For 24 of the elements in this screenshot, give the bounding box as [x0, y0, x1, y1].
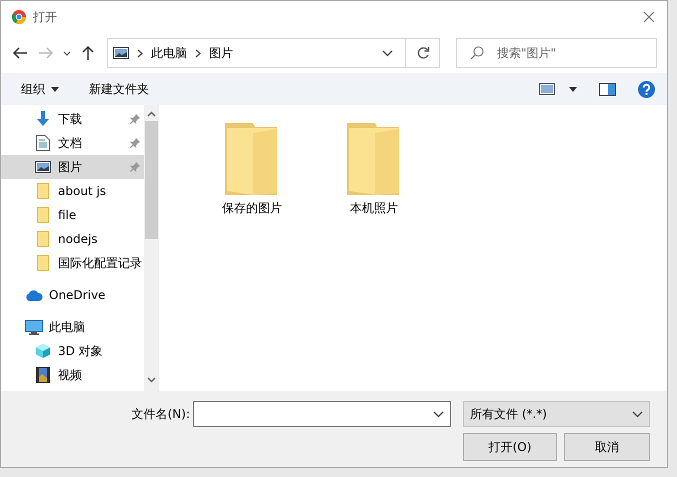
nav-item[interactable]: 视频	[1, 363, 144, 387]
nav-item[interactable]: OneDrive	[1, 283, 144, 307]
address-bar[interactable]: 此电脑 图片	[107, 38, 440, 68]
folder-item[interactable]: 本机照片	[319, 123, 429, 217]
breadcrumb[interactable]: 此电脑	[151, 44, 187, 62]
nav-item[interactable]: 国际化配置记录	[1, 251, 144, 275]
nav-item[interactable]: 此电脑	[1, 315, 144, 339]
breadcrumb[interactable]: 图片	[209, 44, 233, 62]
nav-item[interactable]: 文档	[1, 131, 144, 155]
field-label: 文件名(N):	[130, 406, 191, 423]
nav-item[interactable]: about js	[1, 179, 144, 203]
folder-item[interactable]: 保存的图片	[197, 123, 307, 217]
nav-item[interactable]: nodejs	[1, 227, 144, 251]
window-title: 打开	[33, 9, 58, 26]
file-type-select[interactable]: 所有文件 (*.*)	[463, 401, 650, 427]
nav-item[interactable]: file	[1, 203, 144, 227]
new-folder-button[interactable]: 新建文件夹	[89, 80, 149, 98]
nav-item[interactable]: 下载	[1, 107, 144, 131]
nav-item[interactable]: 图片	[1, 155, 144, 179]
organize-button[interactable]: 组织	[21, 80, 59, 98]
open-button[interactable]: 打开(O)	[463, 433, 557, 461]
cancel-button[interactable]: 取消	[564, 433, 650, 461]
nav-item[interactable]: 3D 对象	[1, 339, 144, 363]
search-field[interactable]: 搜索"图片"	[456, 38, 657, 68]
